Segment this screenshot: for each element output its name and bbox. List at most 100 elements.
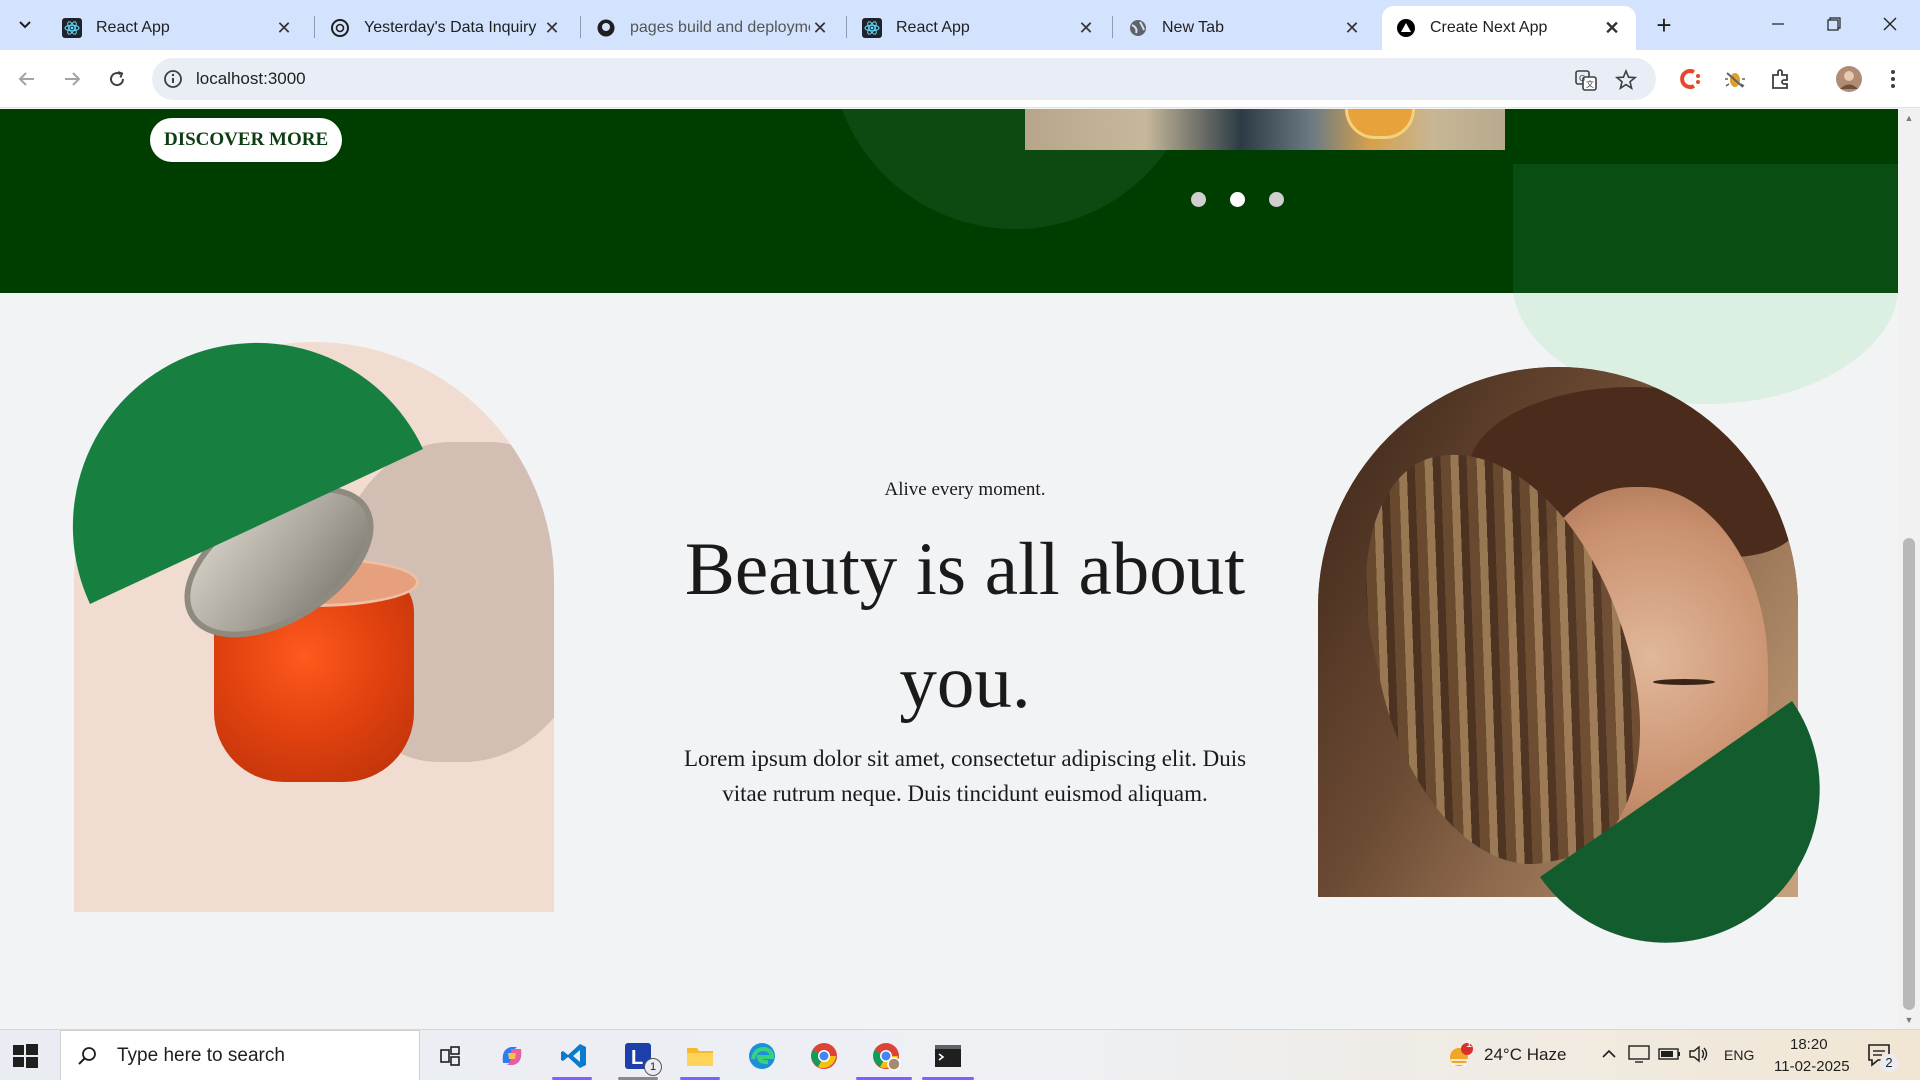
restore-button[interactable] xyxy=(1806,6,1862,42)
vscode-icon[interactable] xyxy=(556,1038,592,1074)
language-indicator[interactable]: ENG xyxy=(1724,1047,1754,1063)
browser-tab-6[interactable]: Create Next App ✕ xyxy=(1382,6,1636,50)
carousel-dot-2[interactable] xyxy=(1230,192,1245,207)
arrow-right-icon xyxy=(65,72,81,86)
minimize-button[interactable] xyxy=(1750,6,1806,42)
green-decor-semicircle-right xyxy=(1540,701,1820,943)
task-view-icon[interactable] xyxy=(432,1038,468,1074)
close-icon[interactable]: ✕ xyxy=(1342,18,1362,38)
react-icon xyxy=(862,18,882,38)
portrait-eye xyxy=(1653,679,1715,685)
browser-toolbar: localhost:3000 G文 xyxy=(0,50,1920,108)
close-icon[interactable]: ✕ xyxy=(542,18,562,38)
reload-button[interactable] xyxy=(100,62,134,96)
windows-start-button[interactable] xyxy=(10,1041,40,1071)
weather-badge: 1 xyxy=(1465,1038,1473,1050)
taskbar-search-box[interactable]: Type here to search xyxy=(60,1030,420,1080)
search-placeholder: Type here to search xyxy=(117,1044,285,1066)
svg-text:文: 文 xyxy=(1586,79,1594,89)
battery-icon[interactable] xyxy=(1658,1045,1682,1068)
tab-title: React App xyxy=(896,19,970,36)
close-icon[interactable]: ✕ xyxy=(274,18,294,38)
scroll-down-arrow-icon[interactable]: ▼ xyxy=(1904,1015,1914,1025)
extension-bug-icon[interactable] xyxy=(1722,66,1748,92)
browser-menu-icon[interactable] xyxy=(1880,66,1906,92)
green-decor-semicircle-left xyxy=(72,342,423,604)
scroll-up-arrow-icon[interactable]: ▲ xyxy=(1904,113,1914,123)
tab-separator xyxy=(846,16,847,38)
browser-tab-2[interactable]: Yesterday's Data Inquiry ✕ xyxy=(316,6,576,50)
tab-separator xyxy=(314,16,315,38)
translate-icon[interactable]: G文 xyxy=(1574,68,1598,92)
close-icon[interactable]: ✕ xyxy=(810,18,830,38)
tagline: Alive every moment. xyxy=(884,479,1046,500)
display-icon[interactable] xyxy=(1628,1044,1650,1069)
globe-icon xyxy=(1128,18,1148,38)
chevron-down-icon xyxy=(19,21,31,29)
orange-slice-image xyxy=(1345,109,1415,139)
forward-button[interactable] xyxy=(55,62,89,96)
address-bar[interactable]: localhost:3000 G文 xyxy=(152,58,1656,100)
browser-tab-4[interactable]: React App ✕ xyxy=(848,6,1110,50)
terminal-icon[interactable] xyxy=(930,1038,966,1074)
reload-icon xyxy=(110,71,125,87)
hero-product-image xyxy=(1025,109,1505,150)
copilot-icon[interactable] xyxy=(494,1038,530,1074)
minimize-icon xyxy=(1772,23,1784,25)
close-icon xyxy=(1883,17,1897,31)
headline: Beauty is all about you. xyxy=(620,513,1310,739)
tab-title: Create Next App xyxy=(1430,19,1548,36)
edge-icon[interactable] xyxy=(744,1038,780,1074)
headline-line-2: you. xyxy=(899,641,1031,724)
browser-tab-5[interactable]: New Tab ✕ xyxy=(1114,6,1376,50)
file-explorer-icon[interactable] xyxy=(682,1038,718,1074)
volume-icon[interactable] xyxy=(1688,1044,1710,1069)
lens-badge: 1 xyxy=(644,1058,662,1076)
notification-badge: 2 xyxy=(1880,1054,1898,1072)
browser-tab-3[interactable]: pages build and deployme ✕ xyxy=(582,6,844,50)
tab-title: pages build and deployme xyxy=(630,19,810,36)
profile-avatar[interactable] xyxy=(1834,64,1864,94)
new-tab-button[interactable]: + xyxy=(1648,10,1680,40)
close-icon[interactable]: ✕ xyxy=(1076,18,1096,38)
back-button[interactable] xyxy=(10,62,44,96)
github-icon xyxy=(596,18,616,38)
clock-date[interactable]: 11-02-2025 xyxy=(1774,1058,1850,1075)
site-info-icon[interactable] xyxy=(162,68,184,90)
headline-line-1: Beauty is all about xyxy=(684,528,1246,611)
tab-title: React App xyxy=(96,19,170,36)
svg-text:G: G xyxy=(1579,74,1585,83)
search-icon xyxy=(78,1046,96,1065)
svg-text:L: L xyxy=(631,1047,643,1069)
tab-title: New Tab xyxy=(1162,19,1224,36)
windows-logo-icon xyxy=(13,1044,38,1068)
chrome-icon[interactable] xyxy=(806,1038,842,1074)
windows-taskbar: Type here to search L 1 1 24°C Haze ENG … xyxy=(0,1029,1920,1080)
extension-c-icon[interactable] xyxy=(1678,66,1704,92)
tab-search-button[interactable] xyxy=(8,9,42,41)
description-line-2: vitae rutrum neque. Duis tincidunt euism… xyxy=(722,781,1208,806)
scrollbar-thumb[interactable] xyxy=(1903,538,1915,1010)
extensions-puzzle-icon[interactable] xyxy=(1768,66,1794,92)
url-text[interactable]: localhost:3000 xyxy=(196,69,306,89)
carousel-dot-3[interactable] xyxy=(1269,192,1284,207)
tab-strip: React App ✕ Yesterday's Data Inquiry ✕ p… xyxy=(0,0,1920,50)
bookmark-star-icon[interactable] xyxy=(1614,68,1638,92)
tab-separator xyxy=(1112,16,1113,38)
hero-copy: Alive every moment. Beauty is all about … xyxy=(620,479,1310,811)
browser-tab-1[interactable]: React App ✕ xyxy=(48,6,308,50)
nextjs-icon xyxy=(1396,18,1416,38)
weather-text[interactable]: 24°C Haze xyxy=(1484,1045,1566,1065)
close-window-button[interactable] xyxy=(1862,6,1918,42)
react-icon xyxy=(62,18,82,38)
description-line-1: Lorem ipsum dolor sit amet, consectetur … xyxy=(683,746,1247,771)
arrow-left-icon xyxy=(18,72,34,86)
close-icon[interactable]: ✕ xyxy=(1602,18,1622,38)
discover-more-button[interactable]: DISCOVER MORE xyxy=(150,118,343,162)
chevron-up-icon[interactable] xyxy=(1600,1045,1618,1068)
restore-icon xyxy=(1827,17,1841,31)
carousel-dot-1[interactable] xyxy=(1191,192,1206,207)
page-scrollbar[interactable]: ▲ ▼ xyxy=(1898,109,1920,1029)
chrome-profile-icon[interactable] xyxy=(868,1038,904,1074)
clock-time[interactable]: 18:20 xyxy=(1790,1036,1828,1053)
